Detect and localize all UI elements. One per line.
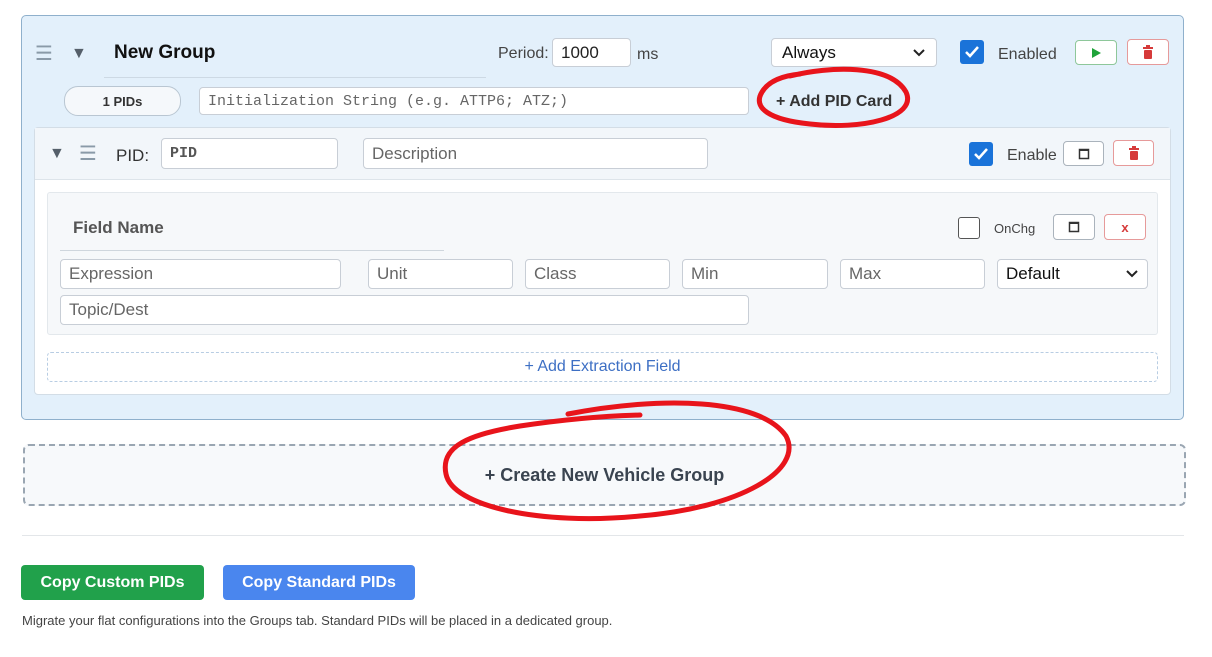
enabled-label: Enabled [998,46,1057,63]
add-extraction-field-button[interactable]: + Add Extraction Field [47,352,1158,382]
duplicate-pid-button[interactable] [1063,141,1104,166]
chevron-down-icon [1126,270,1138,278]
format-select[interactable]: Default [997,259,1148,289]
collapse-triangle-icon[interactable]: ▼ [71,46,87,62]
copy-icon [1078,148,1089,159]
copy-custom-pids-button[interactable]: Copy Custom PIDs [21,565,204,600]
max-input[interactable]: Max [840,259,985,289]
trigger-selected-value: Always [782,42,836,62]
play-icon [1092,47,1101,58]
class-input[interactable]: Class [525,259,670,289]
extraction-field: Field Name OnChg x Expression Unit Class… [47,192,1158,335]
topic-dest-input[interactable]: Topic/Dest [60,295,749,325]
pid-placeholder: PID [170,145,198,162]
copy-standard-pids-button[interactable]: Copy Standard PIDs [223,565,415,600]
remove-field-button[interactable]: x [1104,214,1146,240]
pid-card: ▼ ☰ PID: PID Description Enable Field Na… [34,127,1171,395]
trash-icon [1143,45,1153,59]
trash-icon [1128,146,1139,160]
chevron-down-icon [913,48,925,56]
pid-enable-label: Enable [1007,147,1057,164]
pid-enable-checkbox[interactable] [969,142,993,166]
init-string-placeholder: Initialization String (e.g. ATTP6; ATZ;) [208,92,569,110]
vehicle-group-card: ☰ ▼ New Group Period: 1000 ms Always Ena… [21,15,1184,420]
pid-label: PID: [116,146,150,165]
add-extraction-field-label: + Add Extraction Field [524,358,681,375]
expression-input[interactable]: Expression [60,259,341,289]
section-divider [22,535,1184,536]
delete-group-button[interactable] [1127,39,1169,65]
format-selected-value: Default [1006,264,1060,283]
check-icon [974,148,988,160]
class-placeholder: Class [534,264,577,283]
min-placeholder: Min [691,264,719,283]
period-label: Period: [498,45,549,62]
unit-input[interactable]: Unit [368,259,513,289]
run-group-button[interactable] [1075,40,1117,65]
description-placeholder: Description [372,143,458,163]
init-string-input[interactable]: Initialization String (e.g. ATTP6; ATZ;) [199,87,749,115]
pid-input[interactable]: PID [161,138,338,169]
migration-help-text: Migrate your flat configurations into th… [22,613,613,628]
group-title: New Group [114,42,216,63]
max-placeholder: Max [849,264,882,283]
field-name-placeholder: Field Name [73,218,164,237]
expression-placeholder: Expression [69,264,154,283]
collapse-triangle-icon[interactable]: ▼ [49,146,65,162]
create-vehicle-group-label: + Create New Vehicle Group [484,464,725,485]
topic-dest-placeholder: Topic/Dest [69,300,149,319]
drag-handle-icon[interactable]: ☰ [35,44,53,64]
check-icon [965,46,979,58]
copy-standard-pids-label: Copy Standard PIDs [242,573,396,591]
period-unit: ms [637,46,659,63]
pid-count-text: 1 PIDs [102,93,143,109]
trigger-select[interactable]: Always [771,38,937,67]
group-name-field[interactable]: New Group [104,20,486,78]
onchange-checkbox[interactable] [958,217,980,239]
pid-card-header: ▼ ☰ PID: PID Description Enable [35,128,1170,180]
onchange-label: OnChg [994,221,1036,236]
drag-handle-icon[interactable]: ☰ [79,144,97,164]
add-pid-card-button[interactable]: + Add PID Card [776,93,892,111]
description-input[interactable]: Description [363,138,708,169]
create-vehicle-group-button[interactable]: + Create New Vehicle Group [23,444,1186,506]
min-input[interactable]: Min [682,259,828,289]
copy-custom-pids-label: Copy Custom PIDs [40,573,185,591]
period-value: 1000 [561,42,599,62]
group-enabled-checkbox[interactable] [960,40,984,64]
field-name-input[interactable]: Field Name [60,207,444,251]
period-input[interactable]: 1000 [552,38,631,67]
delete-pid-button[interactable] [1113,140,1154,166]
unit-placeholder: Unit [377,264,408,283]
pid-count-badge: 1 PIDs [64,86,181,116]
copy-icon [1068,221,1080,233]
duplicate-field-button[interactable] [1053,214,1095,240]
